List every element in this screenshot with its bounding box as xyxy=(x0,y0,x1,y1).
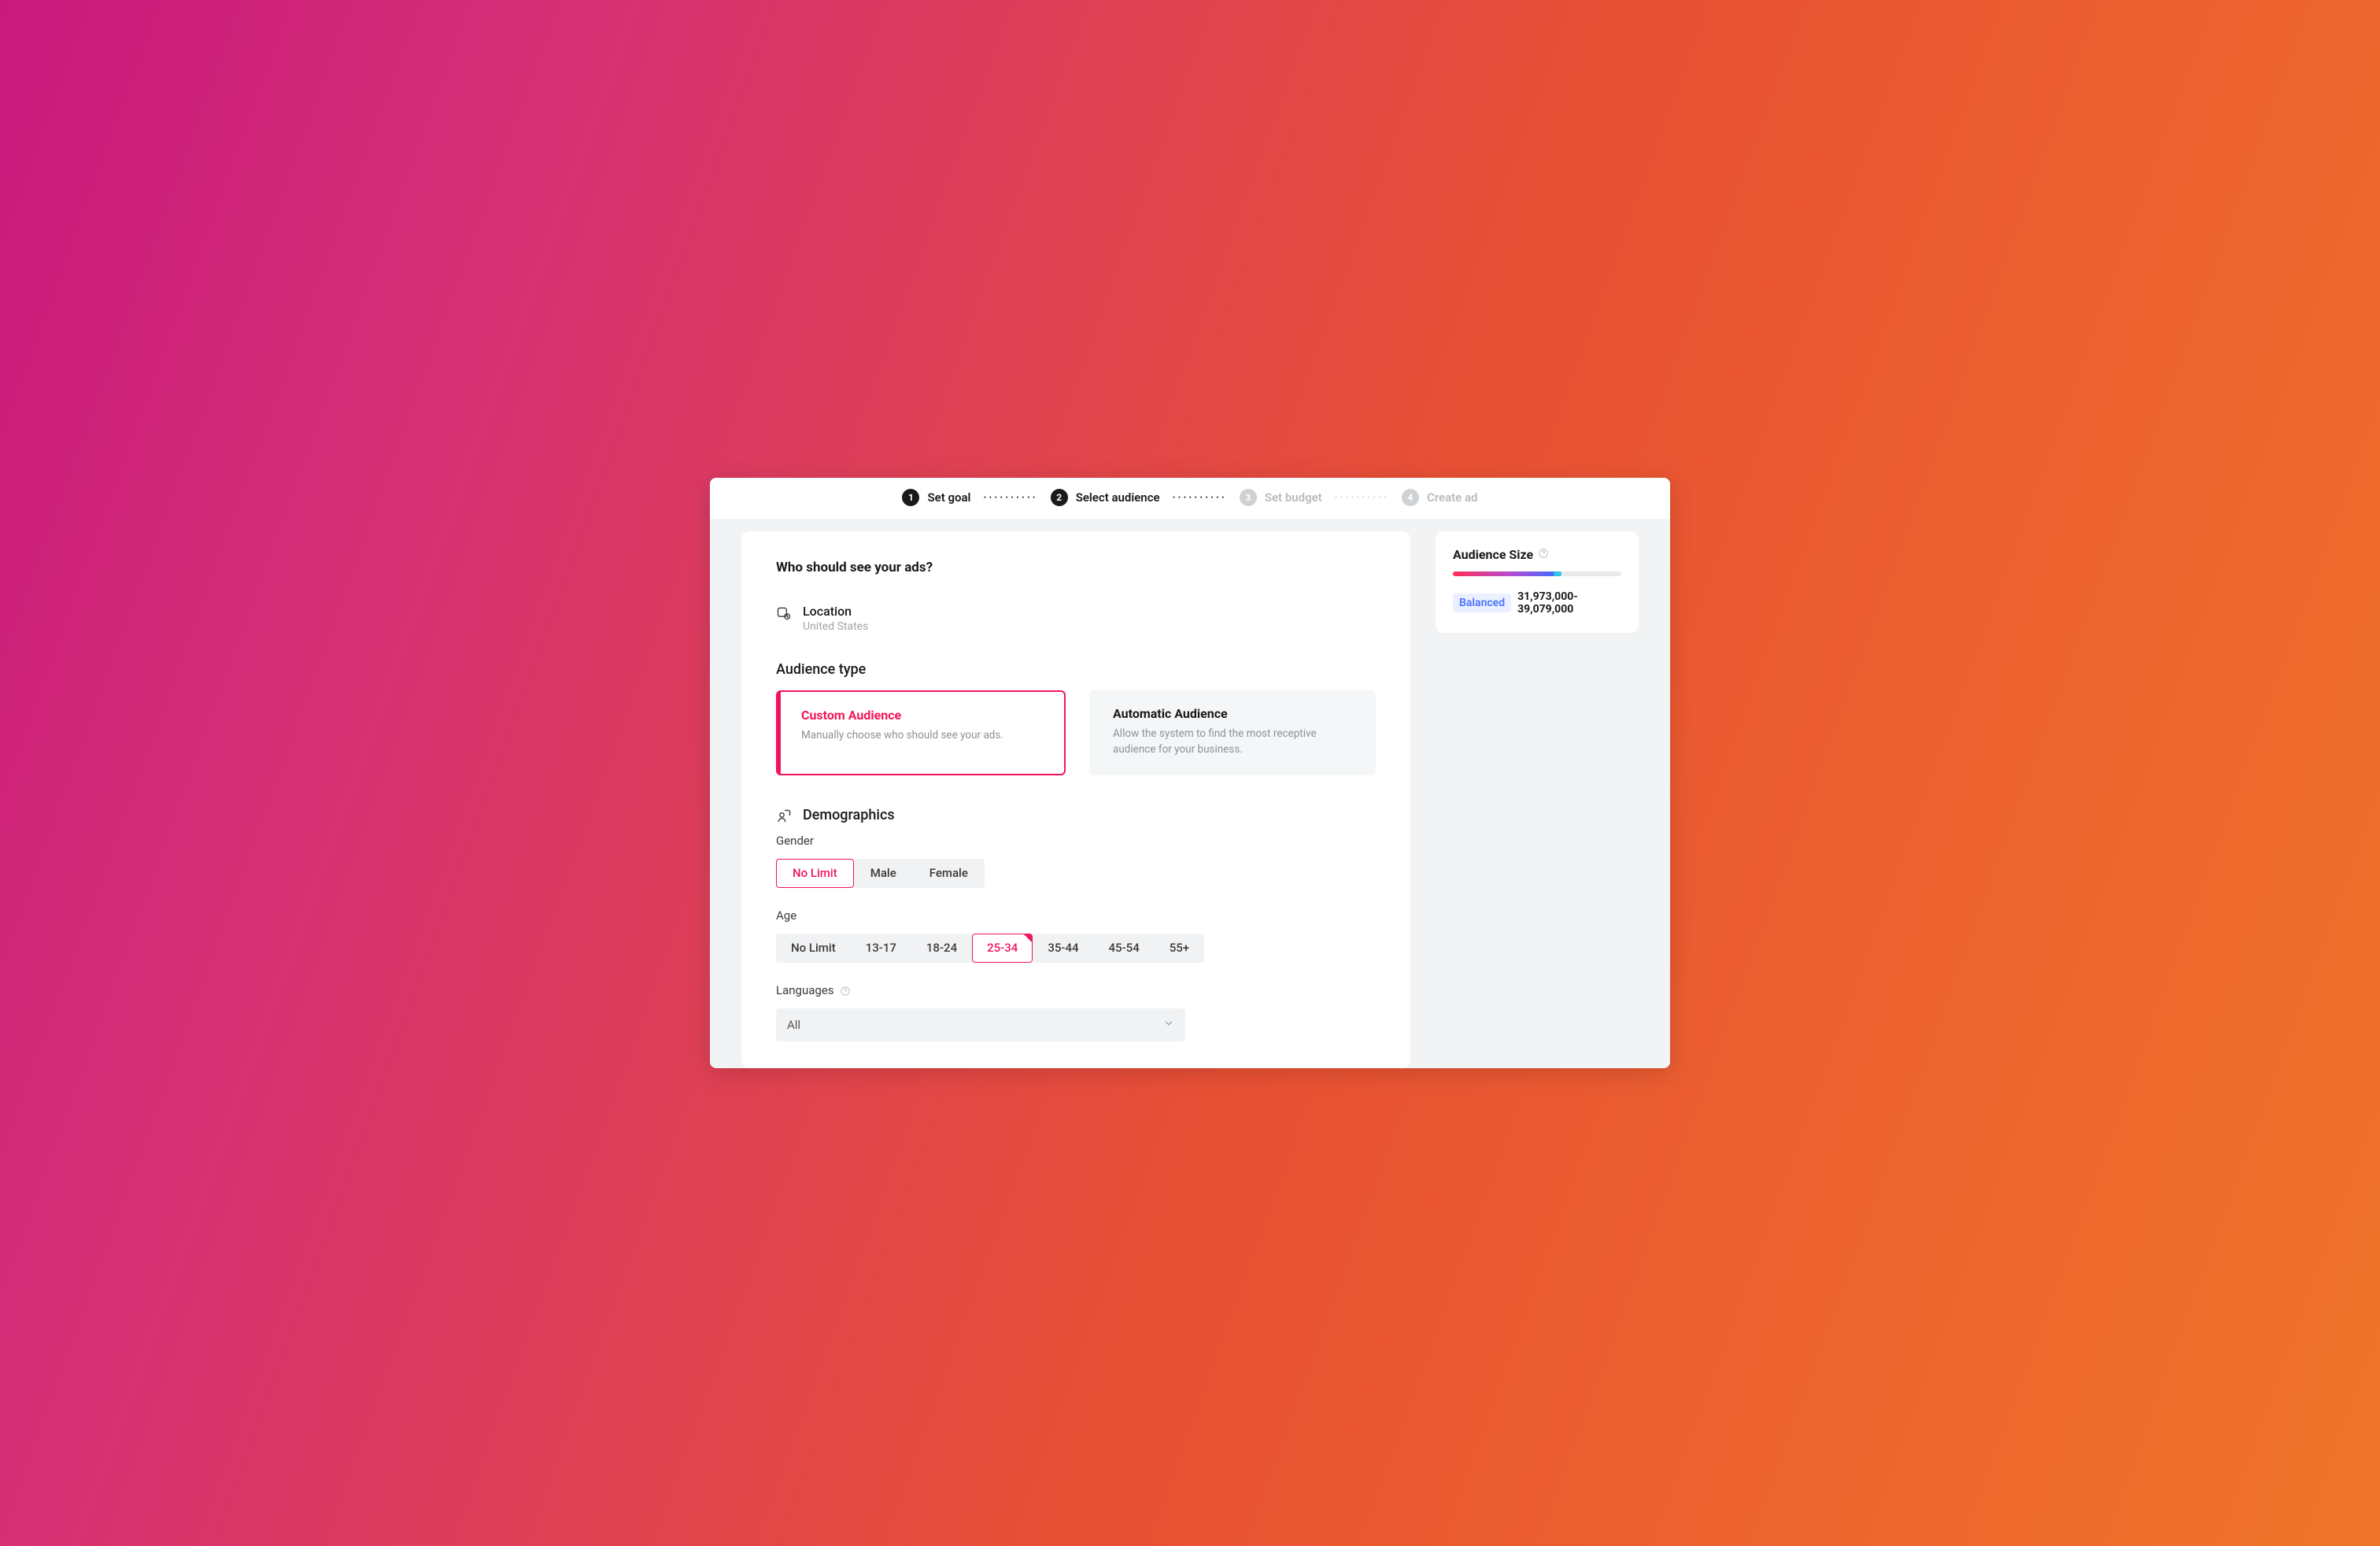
age-options: No Limit 13-17 18-24 25-34 35-44 45-54 5… xyxy=(776,934,1376,963)
stepper: 1 Set goal ·········· 2 Select audience … xyxy=(710,478,1670,519)
age-option-45-54[interactable]: 45-54 xyxy=(1094,934,1155,963)
demographics-section: Demographics Gender No Limit Male Female… xyxy=(776,807,1376,1041)
stepper-separator: ·········· xyxy=(983,492,1037,504)
stepper-separator: ·········· xyxy=(1335,492,1389,504)
location-label: Location xyxy=(803,604,868,619)
step-number: 4 xyxy=(1402,489,1419,506)
age-option-no-limit[interactable]: No Limit xyxy=(776,934,851,963)
help-icon[interactable] xyxy=(840,986,851,997)
step-create-ad[interactable]: 4 Create ad xyxy=(1402,489,1478,506)
location-value: United States xyxy=(803,620,868,633)
audience-type-custom[interactable]: Custom Audience Manually choose who shou… xyxy=(776,690,1066,775)
help-icon[interactable] xyxy=(1538,547,1549,562)
step-label: Create ad xyxy=(1427,490,1478,505)
age-option-18-24[interactable]: 18-24 xyxy=(911,934,972,963)
audience-size-title: Audience Size xyxy=(1453,547,1533,562)
age-option-55-plus[interactable]: 55+ xyxy=(1155,934,1204,963)
age-option-35-44[interactable]: 35-44 xyxy=(1033,934,1093,963)
stepper-separator: ·········· xyxy=(1173,492,1227,504)
audience-size-range: 31,973,000-39,079,000 xyxy=(1517,590,1621,616)
demographics-icon xyxy=(776,808,792,824)
gender-options: No Limit Male Female xyxy=(776,859,1376,888)
gender-option-no-limit[interactable]: No Limit xyxy=(776,859,854,888)
gauge-knob xyxy=(1554,571,1561,576)
body: Who should see your ads? Location United… xyxy=(710,519,1670,1068)
chevron-down-icon xyxy=(1163,1018,1174,1032)
card-title: Custom Audience xyxy=(801,708,1044,723)
languages-select[interactable]: All xyxy=(776,1008,1185,1041)
languages-value: All xyxy=(787,1018,800,1032)
audience-size-card: Audience Size Balanced 31,973,000-39,079… xyxy=(1436,531,1639,633)
gauge-fill xyxy=(1453,571,1558,576)
gender-option-male[interactable]: Male xyxy=(854,859,913,888)
step-set-goal[interactable]: 1 Set goal xyxy=(902,489,970,506)
step-label: Set goal xyxy=(927,490,970,505)
main-card: Who should see your ads? Location United… xyxy=(741,531,1410,1068)
step-select-audience[interactable]: 2 Select audience xyxy=(1051,489,1160,506)
audience-type-heading: Audience type xyxy=(776,661,1376,678)
age-option-25-34[interactable]: 25-34 xyxy=(972,934,1033,963)
card-title: Automatic Audience xyxy=(1113,706,1355,721)
card-desc: Manually choose who should see your ads. xyxy=(801,727,1044,743)
location-section[interactable]: Location United States xyxy=(776,604,1376,633)
location-icon xyxy=(776,605,792,621)
age-option-13-17[interactable]: 13-17 xyxy=(851,934,911,963)
step-label: Set budget xyxy=(1265,490,1322,505)
demographics-heading-row: Demographics xyxy=(776,807,1376,824)
card-desc: Allow the system to find the most recept… xyxy=(1113,726,1355,758)
demographics-heading: Demographics xyxy=(803,807,895,823)
gender-label: Gender xyxy=(776,834,1376,848)
step-label: Select audience xyxy=(1076,490,1160,505)
audience-size-gauge xyxy=(1453,571,1621,576)
age-label: Age xyxy=(776,908,1376,923)
step-number: 3 xyxy=(1240,489,1257,506)
gender-option-female[interactable]: Female xyxy=(913,859,985,888)
step-number: 2 xyxy=(1051,489,1068,506)
step-set-budget[interactable]: 3 Set budget xyxy=(1240,489,1322,506)
page-title: Who should see your ads? xyxy=(776,560,1376,575)
audience-type-automatic[interactable]: Automatic Audience Allow the system to f… xyxy=(1089,690,1376,775)
languages-label-text: Languages xyxy=(776,983,834,997)
languages-label: Languages xyxy=(776,983,1376,997)
step-number: 1 xyxy=(902,489,919,506)
app-window: 1 Set goal ·········· 2 Select audience … xyxy=(710,478,1670,1068)
audience-size-status: Balanced xyxy=(1453,594,1511,612)
audience-type-cards: Custom Audience Manually choose who shou… xyxy=(776,690,1376,775)
